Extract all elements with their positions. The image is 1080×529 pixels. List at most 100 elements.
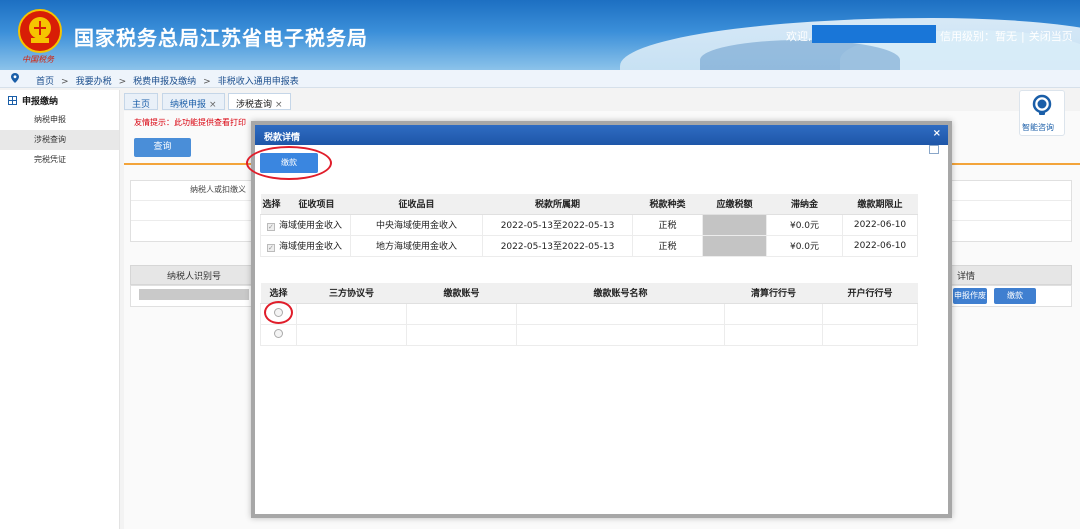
- maximize-icon[interactable]: [929, 145, 939, 154]
- empty-cell: [724, 302, 823, 325]
- tax-items-table: 选择 征收项目 征收品目 税款所属期 税款种类 应缴税额 滞纳金 缴款期限止 ✓…: [260, 194, 918, 257]
- tab-label: 纳税申报: [170, 100, 207, 110]
- column-header: 征收项目: [282, 194, 351, 215]
- item-name: 海域使用金收入: [279, 242, 343, 252]
- table-header-row: 选择 征收项目 征收品目 税款所属期 税款种类 应缴税额 滞纳金 缴款期限止: [260, 194, 918, 215]
- sidebar-item-tax-filing[interactable]: 纳税申报: [0, 110, 119, 130]
- breadcrumb-filing[interactable]: 税费申报及缴纳: [133, 77, 196, 87]
- column-header: 税款种类: [632, 194, 703, 215]
- tab-tax-filing[interactable]: 纳税申报 ×: [162, 93, 225, 110]
- table-header-row: 选择 三方协议号 缴款账号 缴款账号名称 清算行行号 开户行行号: [260, 283, 918, 304]
- bank-account-table: 选择 三方协议号 缴款账号 缴款账号名称 清算行行号 开户行行号: [260, 283, 918, 346]
- period-cell: 2022-05-13至2022-05-13: [482, 213, 633, 236]
- sidebar-item-tax-certificate[interactable]: 完税凭证: [0, 150, 119, 170]
- smart-consult-label: 智能咨询: [1022, 123, 1054, 132]
- breadcrumb-home[interactable]: 首页: [36, 77, 54, 87]
- empty-cell: [406, 302, 517, 325]
- welcome-text: 欢迎,: [786, 30, 812, 43]
- close-page-link[interactable]: 关闭当页: [1029, 30, 1073, 43]
- breadcrumb-separator: >: [203, 77, 211, 87]
- subitem-cell: 中央海域使用金收入: [350, 213, 483, 236]
- column-taxpayer-id: 纳税人识别号: [167, 272, 222, 282]
- row-pay-button[interactable]: 缴款: [994, 288, 1036, 304]
- empty-cell: [724, 323, 823, 346]
- highlight-ring: [246, 146, 332, 180]
- kind-cell: 正税: [632, 213, 703, 236]
- breadcrumb-current: 非税收入通用申报表: [217, 77, 299, 87]
- notice-text: 友情提示：此功能提供查看打印: [134, 118, 246, 127]
- tab-tax-query[interactable]: 涉税查询 ×: [228, 93, 291, 110]
- column-header: 缴款期限止: [842, 194, 918, 215]
- select-cell: ✓ 海域使用金收入: [260, 213, 351, 236]
- sidebar-item-tax-query[interactable]: 涉税查询: [0, 130, 119, 150]
- column-header: 滞纳金: [766, 194, 843, 215]
- period-cell: 2022-05-13至2022-05-13: [482, 234, 633, 257]
- modal-titlebar: 税款详情 ×: [255, 125, 948, 145]
- column-header: 缴款账号: [406, 283, 517, 304]
- select-cell: [260, 323, 297, 346]
- header-user-info: 信用级别：暂无 | 关闭当页: [940, 30, 1073, 43]
- empty-cell: [822, 302, 918, 325]
- site-title: 国家税务总局江苏省电子税务局: [74, 26, 368, 50]
- sidebar-section-label: 申报缴纳: [22, 97, 59, 107]
- close-icon[interactable]: ×: [933, 128, 941, 139]
- redacted-taxpayer-id: [139, 289, 249, 300]
- table-row: ✓ 海域使用金收入 地方海域使用金收入 2022-05-13至2022-05-13…: [260, 234, 918, 257]
- column-header: 税款所属期: [482, 194, 633, 215]
- tax-emblem-icon: [18, 9, 62, 53]
- column-header: 选择: [260, 194, 283, 215]
- table-row: [260, 323, 918, 346]
- empty-cell: [516, 323, 725, 346]
- amount-cell-redacted: [702, 213, 767, 236]
- subitem-cell: 地方海域使用金收入: [350, 234, 483, 257]
- site-header: 中国税务 国家税务总局江苏省电子税务局 欢迎, 信用级别：暂无 | 关闭当页: [0, 0, 1080, 70]
- deadline-cell: 2022-06-10: [842, 213, 918, 236]
- select-cell: ✓ 海域使用金收入: [260, 234, 351, 257]
- breadcrumb-separator: >: [61, 77, 69, 87]
- late-fee-cell: ¥0.0元: [766, 213, 843, 236]
- late-fee-cell: ¥0.0元: [766, 234, 843, 257]
- tab-label: 主页: [132, 100, 151, 110]
- taxpayer-label: 纳税人或扣缴义: [190, 185, 246, 194]
- location-pin-icon: [11, 73, 19, 83]
- headset-icon: [1032, 94, 1052, 115]
- amount-cell-redacted: [702, 234, 767, 257]
- void-declaration-button[interactable]: 申报作废: [953, 288, 987, 304]
- deadline-cell: 2022-06-10: [842, 234, 918, 257]
- grid-icon: [8, 96, 17, 105]
- empty-cell: [406, 323, 517, 346]
- checkbox[interactable]: ✓: [267, 244, 275, 252]
- empty-cell: [822, 323, 918, 346]
- empty-cell: [516, 302, 725, 325]
- checkbox[interactable]: ✓: [267, 223, 275, 231]
- column-header: 开户行行号: [822, 283, 918, 304]
- column-header: 三方协议号: [296, 283, 407, 304]
- column-header: 应缴税额: [702, 194, 767, 215]
- breadcrumb: 首页 > 我要办税 > 税费申报及缴纳 > 非税收入通用申报表: [0, 70, 1080, 88]
- breadcrumb-separator: >: [118, 77, 127, 87]
- radio-button[interactable]: [274, 328, 283, 338]
- column-header: 征收品目: [350, 194, 483, 215]
- modal-title: 税款详情: [264, 133, 301, 143]
- emblem-caption: 中国税务: [22, 55, 54, 64]
- credit-level: 信用级别：暂无: [940, 30, 1017, 43]
- sidebar: 申报缴纳 纳税申报 涉税查询 完税凭证: [0, 90, 120, 529]
- breadcrumb-my-tax[interactable]: 我要办税: [76, 77, 112, 87]
- highlight-ring: [264, 301, 293, 324]
- column-header: 清算行行号: [724, 283, 823, 304]
- empty-cell: [296, 302, 407, 325]
- kind-cell: 正税: [632, 234, 703, 257]
- table-row: ✓ 海域使用金收入 中央海域使用金收入 2022-05-13至2022-05-13…: [260, 213, 918, 236]
- tab-close-icon[interactable]: ×: [209, 100, 217, 110]
- tab-home[interactable]: 主页: [124, 93, 159, 110]
- query-button[interactable]: 查询: [134, 138, 191, 157]
- column-detail: 详情: [957, 272, 976, 282]
- tab-close-icon[interactable]: ×: [275, 100, 283, 110]
- username-redacted: [812, 25, 936, 43]
- empty-cell: [296, 323, 407, 346]
- item-name: 海域使用金收入: [279, 221, 343, 231]
- tab-label: 涉税查询: [236, 100, 273, 110]
- sidebar-section-header[interactable]: 申报缴纳: [0, 90, 119, 110]
- table-row: [260, 302, 918, 325]
- column-header: 选择: [260, 283, 297, 304]
